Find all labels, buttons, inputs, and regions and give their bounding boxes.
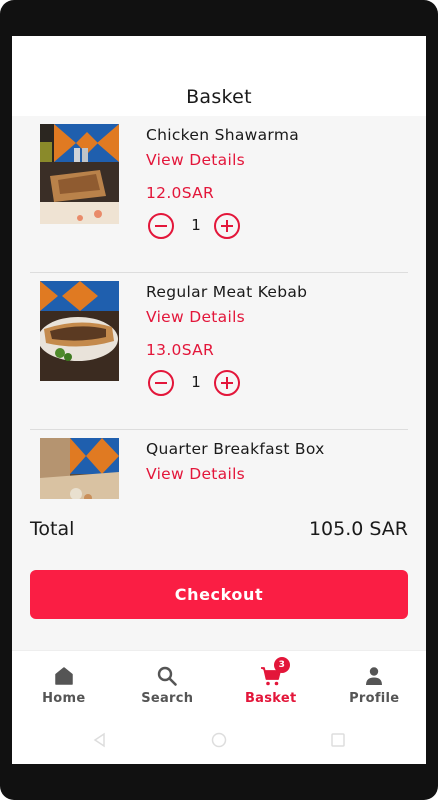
item-price: 13.0SAR	[146, 341, 215, 359]
item-name: Chicken Shawarma	[146, 126, 300, 144]
food-image-chicken-shawarma	[40, 124, 119, 224]
cart-count-badge: 3	[273, 657, 290, 673]
nav-label: Search	[141, 691, 194, 706]
quantity-value: 1	[191, 216, 201, 234]
back-icon[interactable]	[92, 732, 108, 752]
basket-item: Regular Meat Kebab View Details 13.0SAR …	[30, 273, 408, 430]
food-image-regular-meat-kebab	[40, 281, 119, 381]
increase-quantity-button[interactable]	[214, 213, 240, 239]
view-details-link[interactable]: View Details	[146, 465, 245, 483]
nav-item-home[interactable]: Home	[12, 651, 116, 714]
quantity-stepper: 1	[146, 213, 246, 241]
bottom-navigation: Home Search 3 Basket Profile	[12, 650, 426, 714]
app-header: Basket	[12, 36, 426, 116]
nav-label: Basket	[244, 691, 297, 706]
view-details-link[interactable]: View Details	[146, 308, 245, 326]
home-icon	[53, 665, 75, 687]
basket-item-list[interactable]: Chicken Shawarma View Details 12.0SAR 1	[12, 116, 426, 499]
quantity-stepper: 1	[146, 370, 246, 398]
home-circle-icon[interactable]	[211, 732, 227, 752]
total-amount: 105.0 SAR	[308, 518, 408, 540]
decrease-quantity-button[interactable]	[148, 213, 174, 239]
phone-frame: Basket Chicken Shawarma View Details 12.…	[0, 0, 438, 800]
basket-item: Chicken Shawarma View Details 12.0SAR 1	[30, 116, 408, 273]
view-details-link[interactable]: View Details	[146, 151, 245, 169]
nav-item-search[interactable]: Search	[116, 651, 220, 714]
nav-item-basket[interactable]: 3 Basket	[219, 651, 323, 714]
food-image-quarter-breakfast-box	[40, 438, 119, 499]
basket-area: Chicken Shawarma View Details 12.0SAR 1	[12, 116, 426, 650]
recents-icon[interactable]	[330, 732, 346, 752]
cart-icon: 3	[260, 657, 290, 687]
item-price: 12.0SAR	[146, 184, 215, 202]
increase-quantity-button[interactable]	[214, 370, 240, 396]
item-name: Quarter Breakfast Box	[146, 440, 325, 458]
decrease-quantity-button[interactable]	[148, 370, 174, 396]
profile-icon	[363, 665, 385, 687]
checkout-button[interactable]: Checkout	[30, 570, 408, 619]
total-label: Total	[30, 518, 75, 540]
basket-item: Quarter Breakfast Box View Details	[30, 430, 408, 499]
item-name: Regular Meat Kebab	[146, 283, 308, 301]
quantity-value: 1	[191, 373, 201, 391]
nav-label: Home	[42, 691, 86, 706]
page-title: Basket	[186, 86, 252, 108]
nav-item-profile[interactable]: Profile	[323, 651, 427, 714]
app-screen: Basket Chicken Shawarma View Details 12.…	[12, 36, 426, 764]
search-icon	[156, 665, 178, 687]
total-row: Total 105.0 SAR	[30, 516, 408, 544]
system-navigation-bar	[12, 714, 426, 764]
nav-label: Profile	[349, 691, 400, 706]
